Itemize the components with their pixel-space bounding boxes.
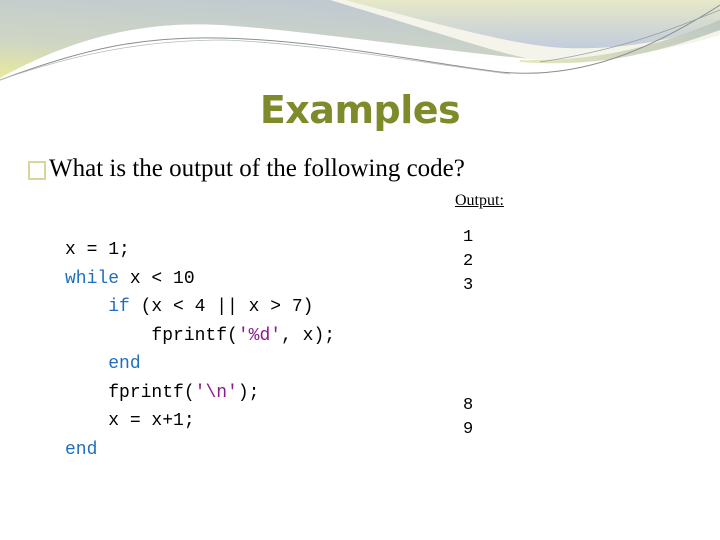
code-block: x = 1; while x < 10 if (x < 4 || x > 7) f… xyxy=(65,236,335,464)
question-bullet: What is the output of the following code… xyxy=(28,155,465,183)
question-text: What is the output of the following code… xyxy=(49,155,465,182)
output-block: 1 2 3 8 9 xyxy=(463,226,473,442)
code-text: x = 1; xyxy=(65,240,130,260)
output-line: 8 xyxy=(463,396,474,415)
code-text: x = x+1; xyxy=(108,411,195,431)
output-label: Output: xyxy=(455,192,504,209)
code-line: fprintf('%d', x); xyxy=(65,322,335,351)
code-text: fprintf( xyxy=(108,382,195,403)
code-string: '\n' xyxy=(194,382,238,403)
output-line: 1 xyxy=(463,228,474,247)
code-keyword: while xyxy=(65,268,120,289)
code-line: x = 1; xyxy=(65,236,335,265)
code-text: (x < 4 || x > 7) xyxy=(129,297,314,317)
code-string: '%d' xyxy=(237,325,282,346)
code-text: fprintf( xyxy=(151,325,238,346)
output-line: 2 xyxy=(463,252,474,271)
code-line: x = x+1; xyxy=(65,407,335,436)
code-line: end xyxy=(65,350,335,379)
code-keyword: if xyxy=(108,297,130,317)
header-wave-decoration xyxy=(0,0,720,81)
code-line: end xyxy=(65,436,335,465)
code-keyword: end xyxy=(108,354,141,374)
code-text: x < 10 xyxy=(119,268,195,289)
output-line: 3 xyxy=(463,276,474,295)
code-text: , x); xyxy=(281,325,336,346)
output-line: 9 xyxy=(463,420,474,439)
code-keyword: end xyxy=(65,439,98,460)
code-text: ); xyxy=(237,382,260,403)
slide-title: Examples xyxy=(259,88,461,132)
square-bullet-icon xyxy=(28,160,46,180)
code-line: if (x < 4 || x > 7) xyxy=(65,293,335,322)
code-line: while x < 10 xyxy=(65,265,335,294)
code-line: fprintf('\n'); xyxy=(65,379,335,408)
